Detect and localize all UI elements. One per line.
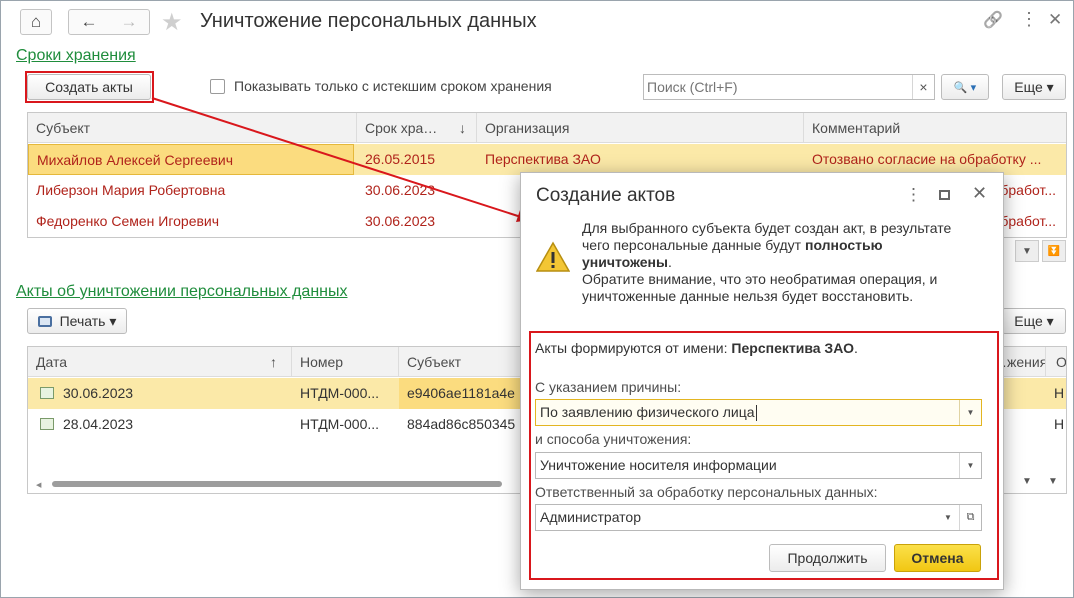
dialog-message: Для выбранного субъекта будет создан акт… <box>582 220 951 305</box>
method-label: и способа уничтожения: <box>535 431 692 447</box>
message-line: Для выбранного субъекта будет создан акт… <box>582 220 952 236</box>
continue-button[interactable]: Продолжить <box>769 544 886 572</box>
responsible-label: Ответственный за обработку персональных … <box>535 484 878 500</box>
on-behalf-label: Акты формируются от имени: <box>535 340 732 356</box>
warning-icon <box>536 241 570 272</box>
create-acts-dialog: Создание актов ⋮ ✕ Для выбранного субъек… <box>520 172 1004 590</box>
message-text: чего персональные данные будут <box>582 237 805 253</box>
message-bold: уничтожены <box>582 254 668 270</box>
dialog-more-icon[interactable]: ⋮ <box>905 185 922 205</box>
message-line: уничтоженные данные нельзя будет восстан… <box>582 288 914 304</box>
reason-label: С указанием причины: <box>535 379 682 395</box>
reason-value: По заявлению физического лица <box>540 404 755 420</box>
reason-select[interactable]: По заявлению физического лица ▼ <box>535 399 982 426</box>
message-bold: полностью <box>804 237 883 253</box>
responsible-select[interactable]: Администратор ▼ ⧉ <box>535 504 982 531</box>
responsible-value: Администратор <box>540 509 642 525</box>
chevron-down-icon[interactable]: ▼ <box>959 453 981 478</box>
method-value: Уничтожение носителя информации <box>540 457 777 473</box>
chevron-down-icon[interactable]: ▼ <box>937 505 959 530</box>
open-icon[interactable]: ⧉ <box>959 505 981 530</box>
dialog-title: Создание актов <box>536 185 676 206</box>
message-line: Обратите внимание, что это необратимая о… <box>582 271 938 287</box>
maximize-icon[interactable] <box>939 190 950 200</box>
on-behalf-text: Акты формируются от имени: Перспектива З… <box>535 340 858 356</box>
method-select[interactable]: Уничтожение носителя информации ▼ <box>535 452 982 479</box>
message-text: . <box>667 254 672 270</box>
on-behalf-value: Перспектива ЗАО <box>731 340 855 356</box>
cancel-button[interactable]: Отмена <box>894 544 981 572</box>
on-behalf-end: . <box>854 340 858 356</box>
dialog-close-icon[interactable]: ✕ <box>972 183 987 204</box>
chevron-down-icon[interactable]: ▼ <box>959 400 981 425</box>
